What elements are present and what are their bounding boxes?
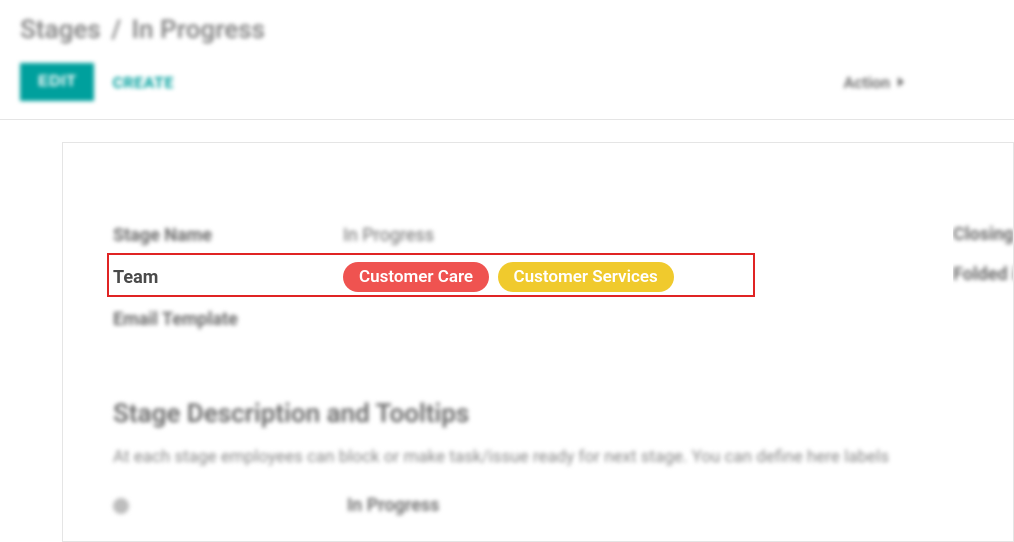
action-menu[interactable]: Action [843,73,994,92]
field-stage-name: Stage Name In Progress [63,215,1013,255]
folded-label: Folded in Kanban [953,255,1013,295]
closing-stage-label: Closing Kanban Stage [953,215,1013,255]
tooltip-name: In Progress [347,495,439,516]
tooltip-row: In Progress [63,495,1013,516]
create-button[interactable]: CREATE [112,73,173,92]
stage-name-label: Stage Name [113,225,343,246]
section-title: Stage Description and Tooltips [63,399,1013,429]
breadcrumb-separator: / [111,15,121,45]
stage-name-value: In Progress [343,225,434,246]
caret-right-icon [898,77,904,87]
edit-button[interactable]: EDIT [20,63,94,101]
field-team: Team Customer Care Customer Services [63,255,1013,299]
form-sheet: Stage Name In Progress Team Customer Car… [62,142,1014,542]
breadcrumb[interactable]: Stages / In Progress [20,15,994,45]
breadcrumb-current: In Progress [132,15,266,45]
status-dot-icon [113,498,129,514]
team-tags: Customer Care Customer Services [343,262,678,292]
team-tag[interactable]: Customer Care [343,262,489,292]
toolbar-left: EDIT CREATE [20,63,174,101]
team-tag[interactable]: Customer Services [498,262,674,292]
top-bar: Stages / In Progress EDIT CREATE Action [0,0,1014,120]
action-label: Action [843,73,890,92]
breadcrumb-root[interactable]: Stages [20,15,101,45]
field-email-template: Email Template [63,299,1013,339]
form-fields: Stage Name In Progress Team Customer Car… [63,215,1013,339]
toolbar: EDIT CREATE Action [20,63,994,101]
section-desc: At each stage employees can block or mak… [63,429,1013,467]
right-column: Closing Kanban Stage Folded in Kanban [953,215,1013,295]
team-label: Team [113,267,343,288]
email-template-label: Email Template [113,309,343,330]
